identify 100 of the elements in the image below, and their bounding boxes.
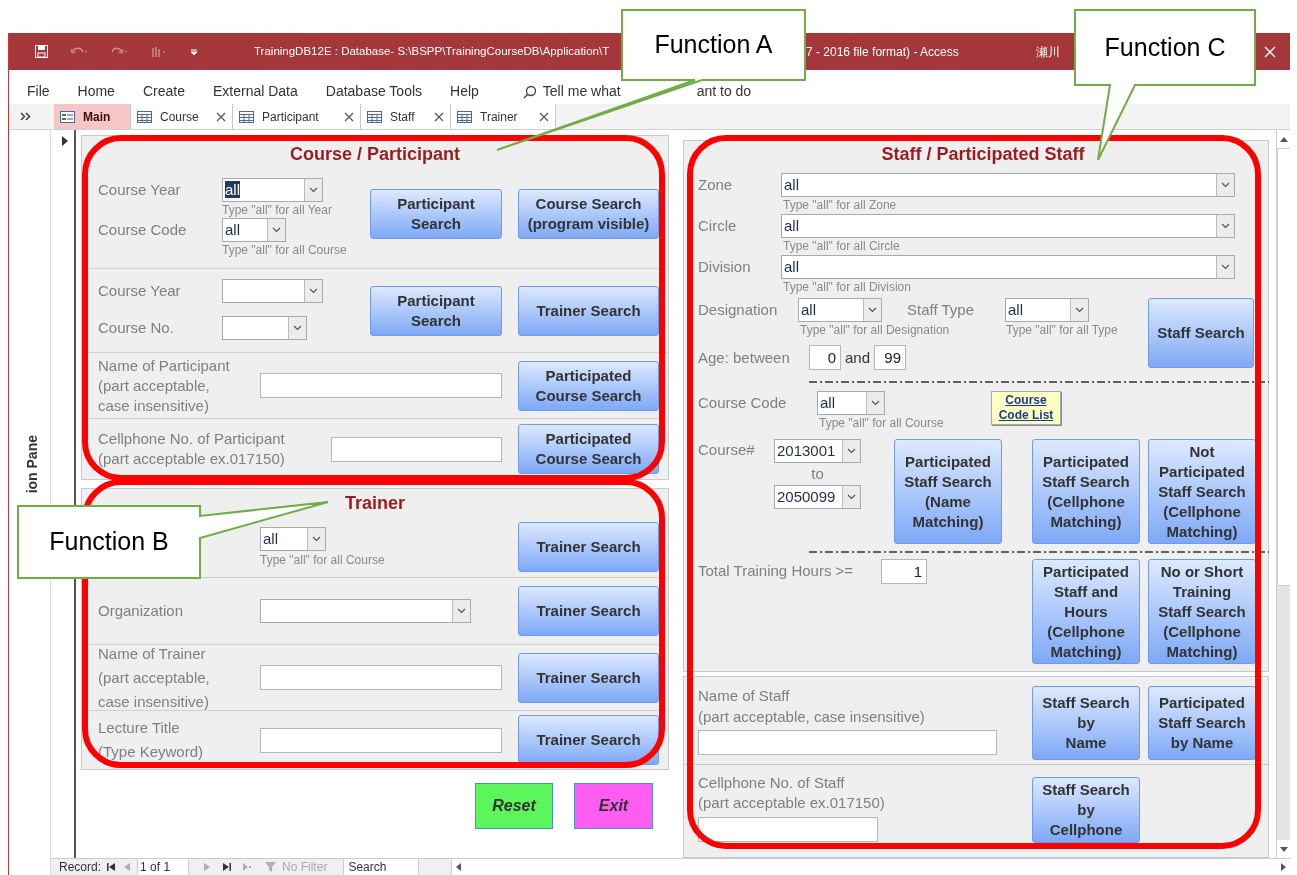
text-field[interactable] — [260, 727, 502, 753]
field-label: Name of Participant (part acceptable, case insensitive) — [98, 355, 231, 416]
new-record-icon[interactable] — [243, 863, 252, 871]
dropdown-field[interactable]: all — [798, 298, 882, 322]
document-tab[interactable]: Participant — [233, 104, 361, 129]
document-tab[interactable]: Main — [54, 104, 131, 129]
last-record-icon[interactable] — [223, 863, 232, 871]
dropdown-field[interactable]: all — [781, 255, 1235, 279]
search-button[interactable]: Staff Search by Cellphone — [1032, 777, 1140, 843]
document-tab[interactable]: Course — [131, 104, 233, 129]
hint-text: Type "all" for all Division — [782, 279, 912, 296]
text-field[interactable]: 1 — [881, 559, 927, 584]
horizontal-scrollbar[interactable] — [451, 859, 1290, 875]
scroll-up-icon[interactable] — [1280, 136, 1288, 142]
vertical-scrollbar[interactable] — [1276, 130, 1290, 858]
action-button[interactable]: Exit — [574, 783, 653, 829]
field-label: Organization — [98, 602, 184, 619]
close-icon[interactable] — [216, 111, 226, 122]
document-tab[interactable]: Trainer — [451, 104, 556, 129]
search-button[interactable]: Staff Search by Name — [1032, 686, 1140, 760]
scroll-thumb[interactable] — [1277, 148, 1290, 586]
menu-item[interactable]: External Data — [212, 81, 298, 102]
close-icon[interactable] — [539, 111, 549, 122]
search-button[interactable]: Participated Course Search — [518, 424, 659, 474]
menu-item[interactable]: Help — [450, 81, 479, 102]
next-record-icon[interactable] — [203, 863, 212, 871]
undo-icon[interactable] — [70, 46, 88, 57]
search-button[interactable]: Staff Search — [1148, 298, 1254, 368]
tell-me-text[interactable]: ant to do — [696, 81, 752, 102]
search-button[interactable]: Trainer Search — [518, 286, 659, 336]
range-joiner: to — [810, 464, 825, 484]
dropdown-field[interactable] — [222, 279, 323, 303]
table-icon — [367, 110, 382, 123]
action-button[interactable]: Reset — [475, 783, 553, 829]
window-title: TrainingDB12E : Database- S:\BSPP\TrainingCourseDB\Application\T — [254, 45, 610, 58]
field-label: Name of Trainer (part acceptable, case insensitive) — [98, 644, 210, 710]
customize-icon[interactable] — [190, 47, 198, 56]
hint-text: Type "all" for all Zone — [782, 197, 898, 214]
document-tab[interactable]: Staff — [361, 104, 451, 129]
dropdown-field[interactable]: all — [222, 218, 286, 242]
scroll-left-icon[interactable] — [456, 863, 462, 871]
search-button[interactable]: Course Search (program visible) — [518, 189, 659, 239]
dropdown-field[interactable]: 2050099 — [774, 485, 861, 509]
dropdown-field[interactable]: all — [222, 178, 323, 202]
hint-text: Type "all" for all Course — [818, 415, 945, 430]
scroll-right-icon[interactable] — [1281, 863, 1286, 871]
redo-icon[interactable] — [110, 46, 128, 57]
dropdown-field[interactable]: all — [817, 391, 885, 415]
field-label: Division — [698, 257, 752, 277]
menu-item[interactable]: Home — [77, 81, 115, 102]
search-button[interactable]: Participated Course Search — [518, 360, 659, 411]
menu-item[interactable]: File — [27, 81, 50, 102]
save-icon[interactable] — [35, 45, 48, 58]
table-icon — [239, 110, 254, 123]
field-label: Name of Staff (part acceptable, case insensitive) — [698, 686, 926, 727]
search-button[interactable]: Participated Staff Search (Name Matching) — [894, 439, 1002, 544]
text-field[interactable] — [260, 373, 502, 398]
search-button[interactable]: Participated Staff Search (Cellphone Matching) — [1032, 439, 1140, 544]
search-button[interactable]: Participant Search — [370, 189, 502, 239]
search-field[interactable]: Search — [343, 859, 420, 875]
close-icon[interactable] — [344, 111, 354, 122]
text-field[interactable] — [260, 665, 502, 690]
chevron-icon — [272, 227, 281, 233]
previous-record-icon[interactable] — [123, 863, 132, 871]
callout-text: Function B — [49, 526, 169, 558]
text-field[interactable]: 0 — [809, 345, 841, 370]
text-field[interactable] — [331, 436, 502, 462]
record-position-field[interactable]: 1 of 1 — [137, 859, 190, 875]
tell-me-text[interactable]: Tell me what — [542, 81, 621, 102]
dropdown-field[interactable]: 2013001 — [774, 439, 861, 463]
dropdown-field[interactable]: all — [781, 173, 1235, 197]
search-button[interactable]: Trainer Search — [518, 715, 659, 765]
search-button[interactable]: Participant Search — [370, 286, 502, 336]
search-icon[interactable] — [522, 84, 537, 99]
record-label: Record: — [58, 859, 102, 875]
current-record-icon — [62, 136, 68, 146]
scroll-down-icon[interactable] — [1280, 846, 1288, 852]
course-code-list-link[interactable]: Course Code List — [991, 391, 1061, 425]
text-field[interactable] — [698, 817, 878, 842]
text-field[interactable]: 99 — [874, 345, 907, 370]
dropdown-field[interactable]: all — [1005, 298, 1089, 322]
search-button[interactable]: Trainer Search — [518, 522, 659, 572]
menu-item[interactable]: Create — [142, 81, 185, 102]
dropdown-field[interactable]: all — [781, 214, 1235, 238]
search-button[interactable]: Not Participated Staff Search (Cellphone Matching) — [1148, 439, 1256, 544]
chevron-icon — [312, 536, 321, 542]
window-title: 7 - 2016 file format) - Access — [806, 44, 959, 59]
close-icon[interactable] — [434, 111, 444, 122]
search-button[interactable]: Participated Staff and Hours (Cellphone Matching) — [1032, 559, 1140, 664]
menu-item[interactable]: Database Tools — [325, 81, 423, 102]
field-label: Cellphone No. of Participant (part acceptable ex.017150) — [98, 429, 286, 469]
text-field[interactable] — [698, 730, 997, 755]
dropdown-field[interactable] — [222, 316, 307, 340]
search-button[interactable]: Trainer Search — [518, 586, 659, 636]
first-record-icon[interactable] — [107, 863, 116, 871]
dropdown-field[interactable] — [260, 599, 471, 623]
search-button[interactable]: No or Short Training Staff Search (Cellphone Matching) — [1148, 559, 1256, 664]
dropdown-field[interactable]: all — [260, 527, 326, 551]
search-button[interactable]: Trainer Search — [518, 652, 659, 703]
search-button[interactable]: Participated Staff Search by Name — [1148, 686, 1256, 760]
